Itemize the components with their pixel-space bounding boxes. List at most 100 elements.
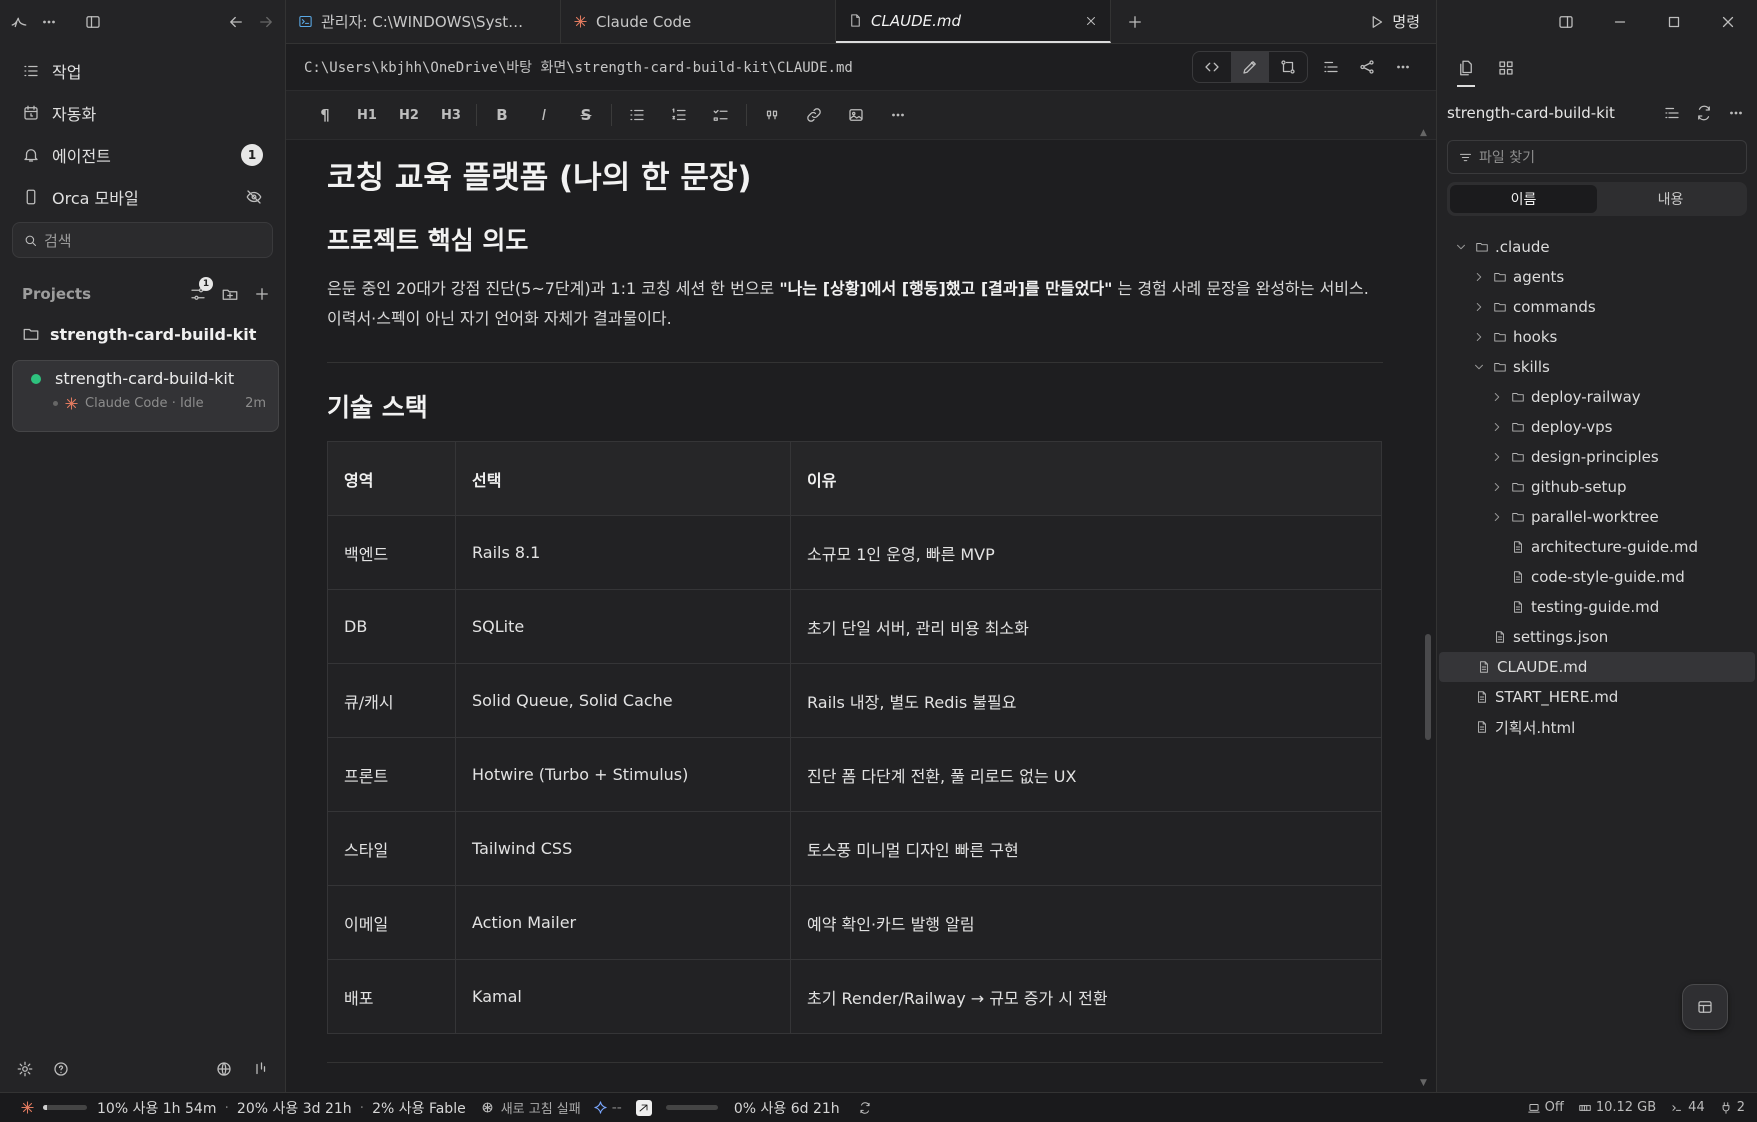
edit-pencil-icon[interactable] [1231, 52, 1269, 82]
diff-icon[interactable] [1269, 52, 1307, 82]
chevron-right-icon[interactable] [1489, 509, 1505, 525]
tree-folder[interactable]: github-setup [1437, 472, 1757, 502]
usage-weekly[interactable]: 20% 사용 3d 21h [237, 1098, 352, 1118]
more-options-icon[interactable] [1388, 52, 1418, 82]
add-project-icon[interactable] [253, 285, 271, 303]
nav-item-tasks[interactable]: 작업 [12, 50, 273, 92]
tab-terminal[interactable]: 관리자: C:\WINDOWS\Syst… [286, 0, 561, 43]
eye-off-icon[interactable] [245, 188, 263, 206]
files-icon[interactable] [1457, 59, 1475, 87]
heading2-button[interactable]: H2 [388, 97, 430, 133]
italic-button[interactable]: I [523, 97, 565, 133]
layout-panel-button[interactable] [1682, 984, 1728, 1030]
sidebar-search-input[interactable]: 검색 [12, 222, 273, 258]
tree-folder[interactable]: hooks [1437, 322, 1757, 352]
collapse-all-icon[interactable] [1663, 104, 1681, 122]
maximize-icon[interactable] [1665, 13, 1683, 31]
tree-folder[interactable]: design-principles [1437, 442, 1757, 472]
power-status[interactable]: Off [1527, 1100, 1564, 1115]
close-tab-icon[interactable] [1084, 14, 1098, 28]
tree-folder[interactable]: commands [1437, 292, 1757, 322]
search-by-name-button[interactable]: 이름 [1450, 185, 1597, 213]
tree-file[interactable]: architecture-guide.md [1437, 532, 1757, 562]
chevron-right-icon[interactable] [1489, 419, 1505, 435]
ports-status[interactable]: 2 [1719, 1100, 1745, 1115]
outline-icon[interactable] [1316, 52, 1346, 82]
new-tab-button[interactable] [1111, 0, 1159, 43]
globe-icon[interactable] [215, 1060, 233, 1078]
image-button[interactable] [835, 97, 877, 133]
quote-button[interactable] [751, 97, 793, 133]
heading1-button[interactable]: H1 [346, 97, 388, 133]
tree-file[interactable]: settings.json [1437, 622, 1757, 652]
paragraph-button[interactable]: ¶ [304, 97, 346, 133]
scroll-down-arrow[interactable]: ▼ [1420, 1078, 1427, 1088]
more-format-button[interactable] [877, 97, 919, 133]
forward-arrow-icon[interactable] [257, 13, 275, 31]
tree-folder[interactable]: skills [1437, 352, 1757, 382]
tree-folder[interactable]: deploy-vps [1437, 412, 1757, 442]
refresh-failed-status[interactable]: 새로 고침 실패 [501, 1098, 581, 1117]
tree-file[interactable]: START_HERE.md [1437, 682, 1757, 712]
usage-model[interactable]: 2% 사용 Fable [372, 1098, 466, 1118]
back-arrow-icon[interactable] [227, 13, 245, 31]
checklist-button[interactable] [700, 97, 742, 133]
panel-toggle-icon[interactable] [1557, 13, 1575, 31]
help-icon[interactable] [52, 1060, 70, 1078]
heading3-button[interactable]: H3 [430, 97, 472, 133]
sidebar-toggle-icon[interactable] [84, 13, 102, 31]
chevron-right-icon[interactable] [1471, 269, 1487, 285]
nav-item-orca-mobile[interactable]: Orca 모바일 [12, 176, 273, 218]
close-window-icon[interactable] [1719, 13, 1737, 31]
memory-status[interactable]: 10.12 GB [1578, 1100, 1656, 1115]
search-by-content-button[interactable]: 내용 [1597, 185, 1744, 213]
scroll-up-arrow[interactable]: ▲ [1420, 128, 1427, 138]
chevron-right-icon[interactable] [1471, 329, 1487, 345]
bullet-list-button[interactable] [616, 97, 658, 133]
filter-icon[interactable]: 1 [189, 277, 213, 303]
tree-file[interactable]: code-style-guide.md [1437, 562, 1757, 592]
new-folder-icon[interactable] [221, 285, 239, 303]
refresh-icon[interactable] [1695, 104, 1713, 122]
chevron-down-icon[interactable] [1471, 359, 1487, 375]
worktree-card[interactable]: strength-card-build-kit Claude Code · Id… [12, 360, 279, 432]
chevron-right-icon[interactable] [1489, 479, 1505, 495]
settings-gear-icon[interactable] [16, 1060, 34, 1078]
tree-file[interactable]: testing-guide.md [1437, 592, 1757, 622]
terminal-count[interactable]: 44 [1670, 1100, 1705, 1115]
tree-folder[interactable]: .claude [1437, 232, 1757, 262]
project-folder[interactable]: strength-card-build-kit [0, 314, 285, 354]
chevron-right-icon[interactable] [1489, 389, 1505, 405]
usage-session[interactable]: 10% 사용 1h 54m [97, 1098, 216, 1118]
tree-folder[interactable]: parallel-worktree [1437, 502, 1757, 532]
share-icon[interactable] [1352, 52, 1382, 82]
tab-claude-md[interactable]: CLAUDE.md [836, 0, 1111, 43]
activity-icon[interactable] [251, 1060, 269, 1078]
orca-logo-icon[interactable] [10, 13, 28, 31]
bold-button[interactable]: B [481, 97, 523, 133]
tree-folder[interactable]: agents [1437, 262, 1757, 292]
chevron-right-icon[interactable] [1489, 449, 1505, 465]
run-command-button[interactable]: 명령 [1352, 0, 1436, 43]
minimize-icon[interactable] [1611, 13, 1629, 31]
source-code-icon[interactable] [1193, 52, 1231, 82]
nav-item-agents[interactable]: 에이전트 1 [12, 134, 273, 176]
more-icon[interactable] [40, 13, 58, 31]
sync-icon[interactable] [858, 1101, 872, 1115]
explorer-more-icon[interactable] [1727, 104, 1745, 122]
tab-claude-code[interactable]: Claude Code [561, 0, 836, 43]
tree-file[interactable]: CLAUDE.md [1439, 652, 1755, 682]
tree-folder[interactable]: deploy-railway [1437, 382, 1757, 412]
chevron-down-icon[interactable] [1453, 239, 1469, 255]
numbered-list-button[interactable] [658, 97, 700, 133]
editor-scrollbar-thumb[interactable] [1425, 634, 1431, 740]
link-button[interactable] [793, 97, 835, 133]
grid-icon[interactable] [1497, 59, 1515, 77]
usage-secondary[interactable]: 0% 사용 6d 21h [734, 1098, 840, 1118]
markdown-document[interactable]: 코칭 교육 플랫폼 (나의 한 문장) 프로젝트 핵심 의도 은둔 중인 20대… [286, 140, 1436, 1092]
strike-button[interactable]: S [565, 97, 607, 133]
chevron-right-icon[interactable] [1471, 299, 1487, 315]
nav-item-automation[interactable]: 자동화 [12, 92, 273, 134]
file-search-input[interactable]: 파일 찾기 [1447, 140, 1747, 174]
tree-file[interactable]: 기획서.html [1437, 712, 1757, 742]
